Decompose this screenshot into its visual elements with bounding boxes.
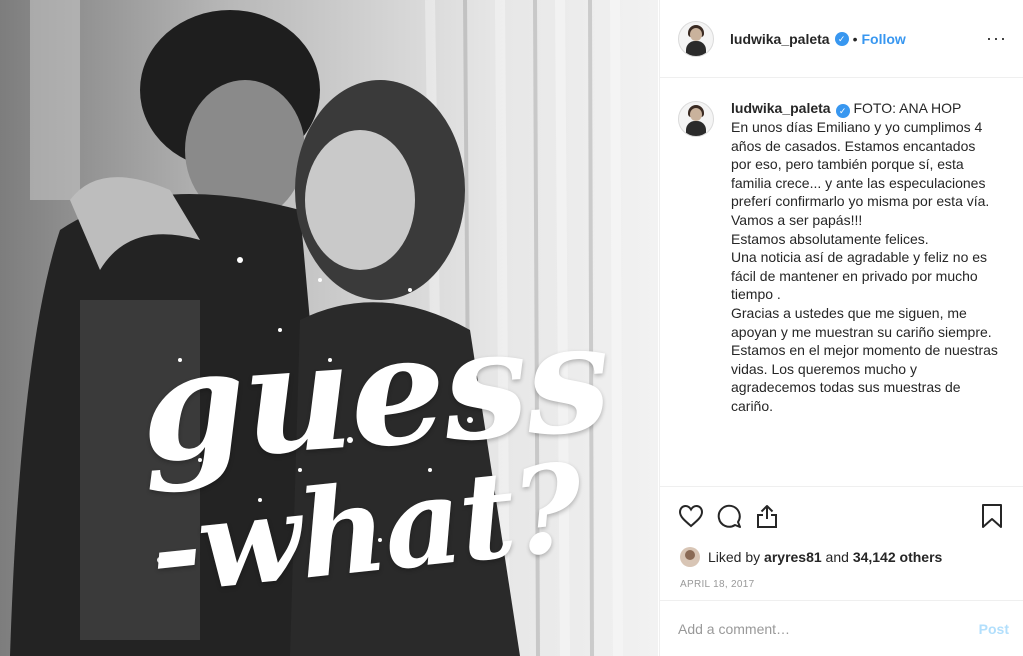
profile-avatar[interactable] bbox=[678, 20, 714, 57]
share-upload-icon bbox=[757, 505, 777, 528]
follow-button[interactable]: Follow bbox=[862, 31, 906, 47]
comment-input[interactable] bbox=[678, 620, 979, 637]
save-button[interactable] bbox=[977, 501, 1007, 531]
like-button[interactable] bbox=[676, 501, 706, 531]
comment-button[interactable] bbox=[714, 501, 744, 531]
share-button[interactable] bbox=[752, 501, 782, 531]
more-options-icon[interactable]: ··· bbox=[986, 28, 1007, 49]
verified-badge-icon: ✓ bbox=[834, 31, 849, 46]
post-comment-button[interactable]: Post bbox=[979, 621, 1009, 637]
liker-avatar[interactable] bbox=[680, 547, 700, 567]
caption-verified-badge-icon: ✓ bbox=[835, 104, 850, 118]
caption-comment: ludwika_paleta ✓ FOTO: ANA HOP En unos dí… bbox=[678, 99, 1007, 416]
liker-username[interactable]: aryres81 bbox=[764, 549, 822, 565]
post-date[interactable]: APRIL 18, 2017 bbox=[660, 569, 1023, 590]
header-username[interactable]: ludwika_paleta bbox=[730, 31, 830, 47]
likes-text[interactable]: Liked by aryres81 and 34,142 others bbox=[708, 549, 942, 565]
header-separator: • bbox=[852, 30, 858, 47]
comments-section[interactable]: ludwika_paleta ✓ FOTO: ANA HOP En unos dí… bbox=[660, 79, 1023, 485]
post-actions-area: Liked by aryres81 and 34,142 others APRI… bbox=[660, 486, 1023, 590]
likes-summary: Liked by aryres81 and 34,142 others bbox=[660, 545, 1023, 569]
caption-text: FOTO: ANA HOP En unos días Emiliano y yo… bbox=[731, 100, 998, 414]
comment-bubble-icon bbox=[717, 504, 741, 528]
caption-username[interactable]: ludwika_paleta bbox=[731, 100, 831, 116]
post-header: ludwika_paleta ✓ • Follow ··· bbox=[660, 0, 1023, 78]
caption-avatar[interactable] bbox=[678, 101, 714, 137]
bookmark-icon bbox=[982, 504, 1002, 528]
post-side-panel: ludwika_paleta ✓ • Follow ··· ludwika_pa… bbox=[659, 0, 1023, 656]
likes-count[interactable]: 34,142 others bbox=[853, 549, 943, 565]
post-photo[interactable]: guess -what? bbox=[0, 0, 658, 656]
heart-icon bbox=[678, 504, 704, 528]
action-bar bbox=[660, 487, 1023, 545]
add-comment-bar: Post bbox=[660, 600, 1023, 656]
caption-body: ludwika_paleta ✓ FOTO: ANA HOP En unos dí… bbox=[731, 99, 999, 416]
